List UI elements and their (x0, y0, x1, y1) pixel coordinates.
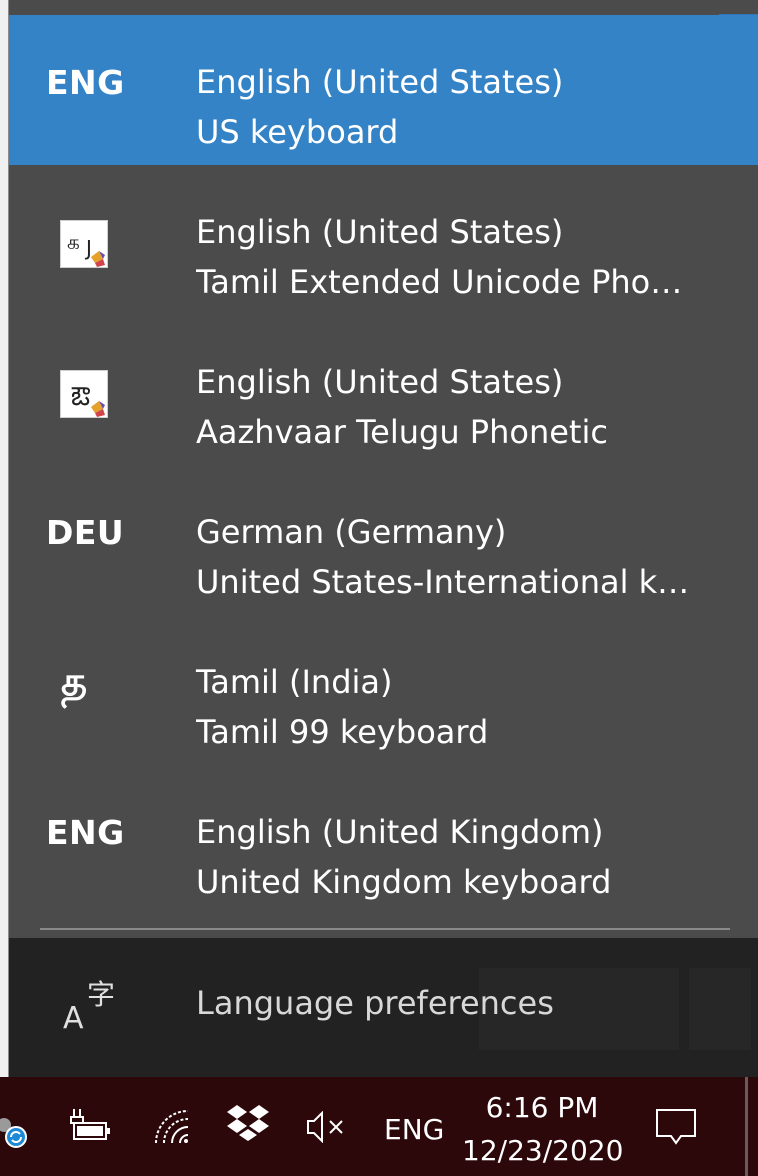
svg-text:A: A (63, 1001, 84, 1036)
language-preferences-link[interactable]: A 字 Language preferences (49, 968, 609, 1048)
input-indicator[interactable]: ENG (384, 1113, 444, 1146)
language-item-telugu-phonetic[interactable]: ఔ English (United States) Aazhvaar Telug… (9, 315, 758, 465)
battery-icon[interactable] (66, 1107, 112, 1147)
keyboard-name: United States-International k… (196, 563, 690, 601)
svg-text:க: க (67, 230, 80, 254)
ime-tamil-extended-icon: க J (60, 220, 108, 268)
keyboard-name: Tamil 99 keyboard (196, 713, 489, 751)
language-item-eng-us[interactable]: ENG English (United States) US keyboard (9, 15, 758, 165)
language-code: ENG (46, 63, 125, 102)
clock[interactable]: 6:16 PM 12/23/2020 (462, 1091, 624, 1167)
svg-text:字: 字 (87, 978, 115, 1011)
language-preferences-label: Language preferences (196, 984, 554, 1022)
wifi-icon[interactable] (152, 1107, 192, 1151)
background-ghost (689, 968, 751, 1050)
language-name: English (United States) (196, 213, 564, 251)
language-item-deu[interactable]: DEU German (Germany) United States-Inter… (9, 465, 758, 615)
clock-date: 12/23/2020 (462, 1134, 624, 1167)
keyboard-name: US keyboard (196, 113, 399, 151)
svg-text:J: J (84, 236, 92, 260)
language-code: த (61, 659, 88, 705)
svg-text:ఔ: ఔ (71, 382, 90, 412)
language-flyout: ENG English (United States) US keyboard … (8, 0, 758, 1077)
language-name: Tamil (India) (196, 663, 393, 701)
language-item-tamil-extended[interactable]: க J English (United States) Tamil Extend… (9, 165, 758, 315)
language-name: English (United States) (196, 63, 564, 101)
dropbox-icon[interactable] (226, 1103, 270, 1147)
language-icon: A 字 (61, 974, 121, 1040)
language-code: ENG (46, 813, 125, 852)
action-center-icon[interactable] (654, 1107, 698, 1151)
divider (40, 928, 730, 930)
volume-muted-icon[interactable] (306, 1110, 348, 1147)
ime-telugu-phonetic-icon: ఔ (60, 370, 108, 418)
language-item-tamil-india[interactable]: த Tamil (India) Tamil 99 keyboard (9, 615, 758, 765)
language-name: German (Germany) (196, 513, 507, 551)
keyboard-name: Tamil Extended Unicode Pho… (196, 263, 683, 301)
language-item-eng-uk[interactable]: ENG English (United Kingdom) United King… (9, 765, 758, 915)
sync-icon[interactable] (0, 1115, 32, 1153)
flyout-footer: A 字 Language preferences (9, 938, 758, 1077)
keyboard-name: Aazhvaar Telugu Phonetic (196, 413, 608, 451)
language-name: English (United Kingdom) (196, 813, 604, 851)
show-desktop-edge[interactable] (745, 1077, 748, 1176)
keyboard-name: United Kingdom keyboard (196, 863, 612, 901)
clock-time: 6:16 PM (485, 1091, 599, 1124)
taskbar: ENG 6:16 PM 12/23/2020 (0, 1077, 758, 1176)
language-name: English (United States) (196, 363, 564, 401)
language-code: DEU (46, 513, 125, 552)
